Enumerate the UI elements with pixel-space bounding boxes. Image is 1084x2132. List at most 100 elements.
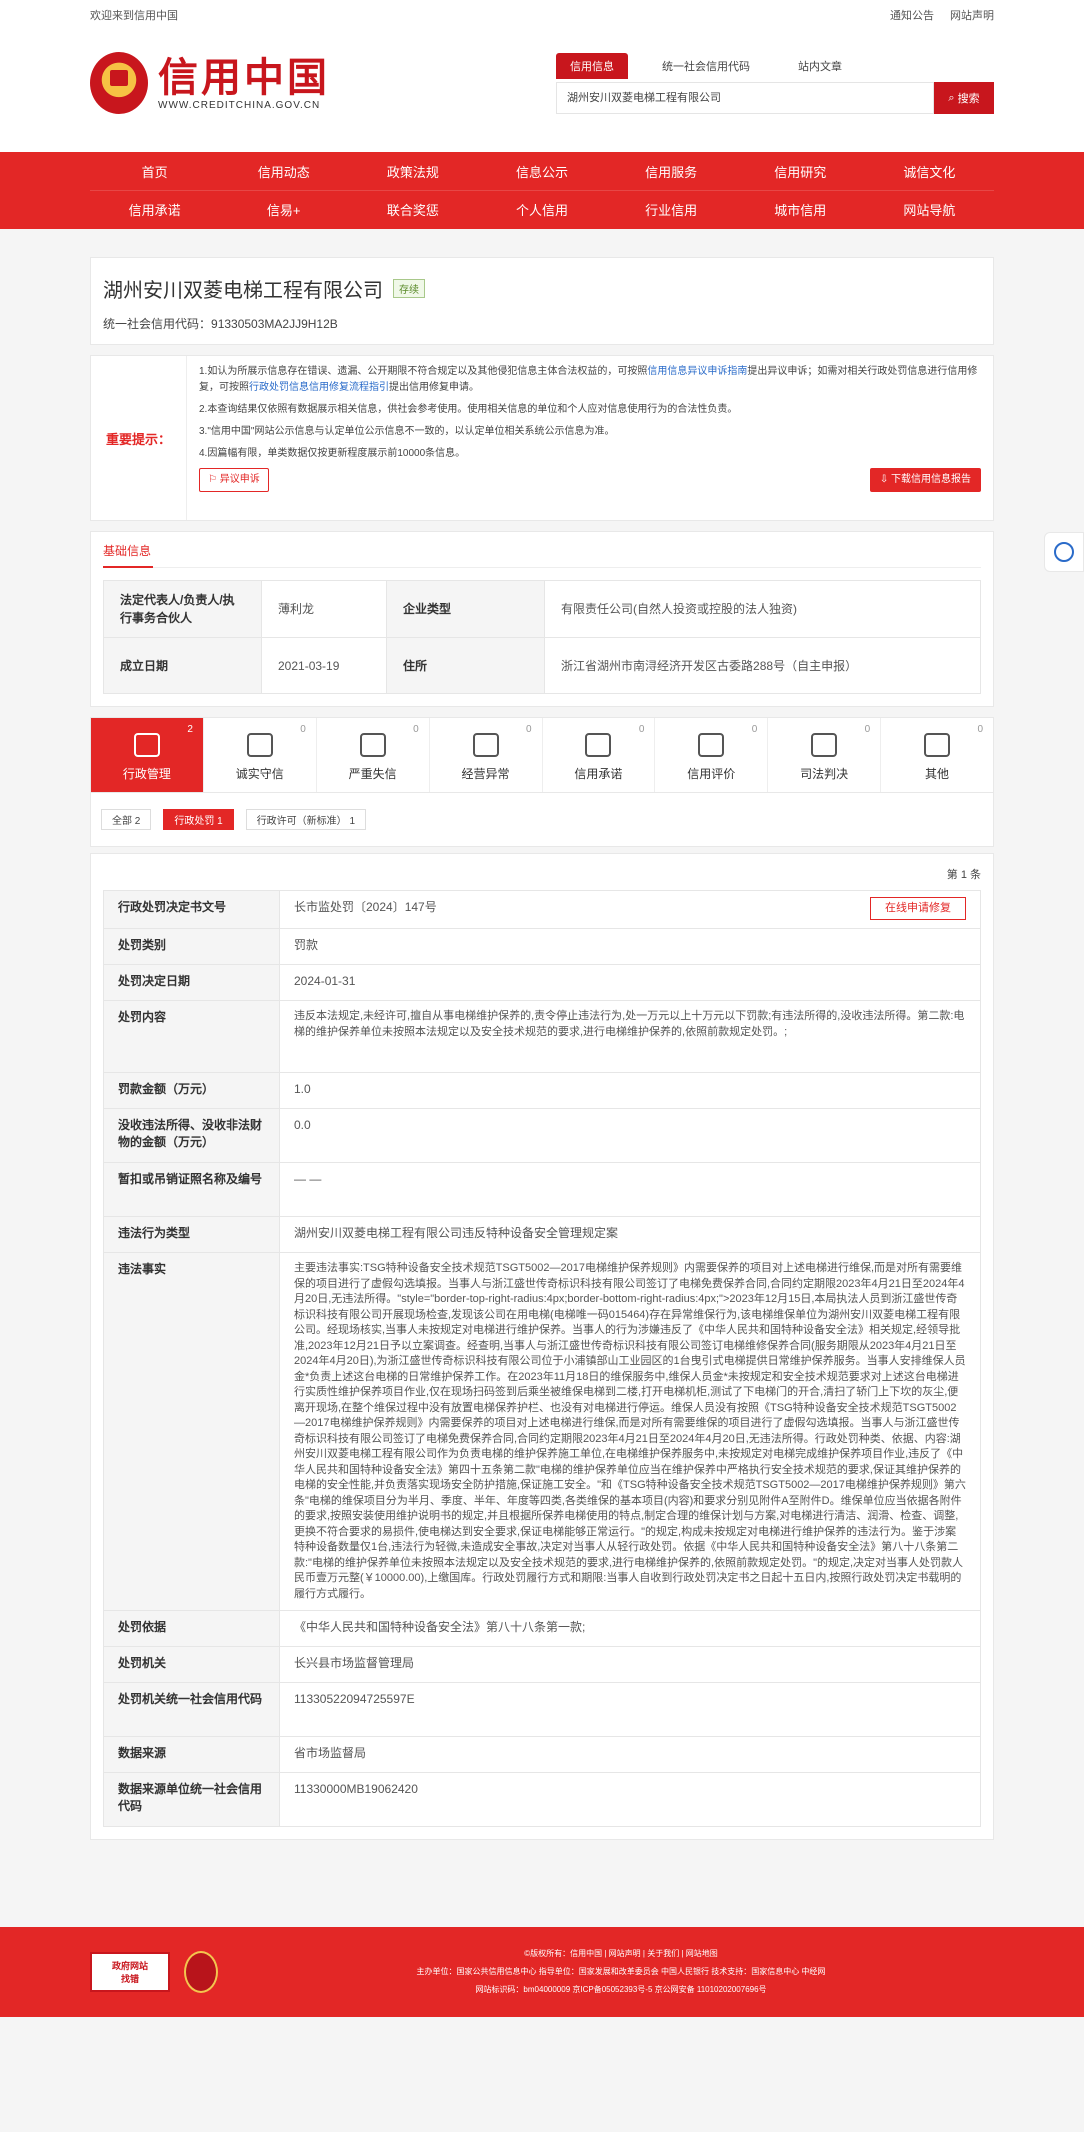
filter-admin-penalty[interactable]: 行政处罚 1 xyxy=(163,809,234,830)
table-row: 成立日期 2021-03-19 住所 浙江省湖州市南浔经济开发区古委路288号（… xyxy=(103,637,981,694)
footer-links[interactable]: ©版权所有：信用中国 | 网站声明 | 关于我们 | 网站地图 xyxy=(248,1945,994,1963)
table-row: 处罚内容 违反本法规定,未经许可,擅自从事电梯维护保养的,责令停止违法行为,处一万… xyxy=(103,1000,981,1073)
filter-admin-license[interactable]: 行政许可（新标准） 1 xyxy=(245,809,367,830)
site-logo[interactable]: 信用中国 WWW.CREDITCHINA.GOV.CN xyxy=(90,52,330,114)
field-label: 处罚依据 xyxy=(103,1610,280,1647)
site-title: 信用中国 xyxy=(158,55,330,100)
tab-judicial[interactable]: 0 司法判决 xyxy=(768,718,882,792)
table-row: 处罚机关统一社会信用代码 11330522094725597E xyxy=(103,1682,981,1737)
table-row: 处罚决定日期 2024-01-31 xyxy=(103,964,981,1001)
tab-credit-code[interactable]: 统一社会信用代码 xyxy=(648,53,764,79)
gov-site-error-badge[interactable]: 政府网站 找错 xyxy=(90,1952,170,1992)
service-icon xyxy=(1054,542,1074,562)
field-value: 《中华人民共和国特种设备安全法》第八十八条第一款; xyxy=(279,1610,981,1647)
link-notice[interactable]: 通知公告 xyxy=(890,10,934,22)
nav-integrity-culture[interactable]: 诚信文化 xyxy=(865,162,994,181)
search-input[interactable]: 湖州安川双菱电梯工程有限公司 xyxy=(556,82,934,114)
field-label: 没收违法所得、没收非法财物的金额（万元） xyxy=(103,1108,280,1163)
welcome-text: 欢迎来到信用中国 xyxy=(90,10,178,22)
field-label: 数据来源 xyxy=(103,1736,280,1773)
nav-credit-commitment[interactable]: 信用承诺 xyxy=(90,200,219,219)
filter-all[interactable]: 全部 2 xyxy=(101,809,152,830)
table-row: 罚款金额（万元） 1.0 xyxy=(103,1072,981,1109)
company-card: 湖州安川双菱电梯工程有限公司 存续 统一社会信用代码：91330503MA2JJ9… xyxy=(90,257,994,345)
tab-honest[interactable]: 0 诚实守信 xyxy=(204,718,317,792)
warning-icon xyxy=(359,733,386,757)
tab-label: 信用评价 xyxy=(687,767,736,781)
nav-credit-research[interactable]: 信用研究 xyxy=(736,162,865,181)
notice-item-2: 2.本查询结果仅依照有数据展示相关信息，供社会参考使用。使用相关信息的单位和个人… xyxy=(199,404,738,415)
field-label: 违法事实 xyxy=(103,1252,280,1611)
tab-count: 0 xyxy=(413,724,419,735)
tab-count: 0 xyxy=(977,724,983,735)
nav-site-guide[interactable]: 网站导航 xyxy=(865,200,994,219)
field-value: 2024-01-31 xyxy=(279,964,981,1001)
field-value: 2021-03-19 xyxy=(260,637,388,694)
field-value: 1.0 xyxy=(279,1072,981,1109)
nav-xinyi-plus[interactable]: 信易+ xyxy=(219,200,348,219)
nav-joint-rewards[interactable]: 联合奖惩 xyxy=(348,200,477,219)
floating-service-button[interactable] xyxy=(1044,532,1084,572)
objection-button[interactable]: ⚐ 异议申诉 xyxy=(199,468,269,492)
table-row: 数据来源单位统一社会信用代码 11330000MB19062420 xyxy=(103,1772,981,1827)
table-row: 处罚类别 罚款 xyxy=(103,928,981,965)
field-value: 罚款 xyxy=(279,928,981,965)
footer-organizers: 主办单位：国家公共信用信息中心 指导单位：国家发展和改革委员会 中国人民银行 技… xyxy=(416,1967,826,1976)
record-index: 第 1 条 xyxy=(946,869,981,881)
status-badge: 存续 xyxy=(393,279,425,298)
search-button[interactable]: ⌕ 搜索 xyxy=(934,82,994,114)
document-icon xyxy=(133,733,160,757)
nav-industry-credit[interactable]: 行业信用 xyxy=(607,200,736,219)
nav-credit-service[interactable]: 信用服务 xyxy=(607,162,736,181)
field-label: 企业类型 xyxy=(386,580,546,638)
field-label: 处罚内容 xyxy=(103,1000,280,1073)
table-row: 数据来源 省市场监督局 xyxy=(103,1736,981,1773)
tab-label: 司法判决 xyxy=(800,767,849,781)
tab-credit-info[interactable]: 信用信息 xyxy=(556,53,628,79)
table-row: 暂扣或吊销证照名称及编号 — — xyxy=(103,1162,981,1217)
field-value: 11330522094725597E xyxy=(279,1682,981,1737)
tab-count: 0 xyxy=(751,724,758,735)
field-label: 处罚类别 xyxy=(103,928,280,965)
field-value: 湖州安川双菱电梯工程有限公司违反特种设备安全管理规定案 xyxy=(279,1216,981,1253)
commitment-icon xyxy=(585,733,612,757)
nav-city-credit[interactable]: 城市信用 xyxy=(736,200,865,219)
objection-guide-link[interactable]: 信用信息异议申诉指南 xyxy=(647,366,747,377)
tab-serious-dishonest[interactable]: 0 严重失信 xyxy=(317,718,430,792)
field-label: 法定代表人/负责人/执行事务合伙人 xyxy=(103,580,262,638)
party-gov-badge-icon[interactable] xyxy=(184,1951,218,1993)
repair-guide-link[interactable]: 行政处罚信息信用修复流程指引 xyxy=(249,382,389,393)
field-value: 主要违法事实:TSG特种设备安全技术规范TSGT5002—2017电梯维护保养规… xyxy=(279,1252,981,1611)
notice-item-3: 3."信用中国"网站公示信息与认定单位公示信息不一致的，以认定单位相关系统公示信… xyxy=(199,426,615,437)
repair-apply-button[interactable]: 在线申请修复 xyxy=(870,897,966,920)
nav-disclosure[interactable]: 信息公示 xyxy=(477,162,606,181)
field-value: — — xyxy=(279,1162,981,1217)
field-value: 省市场监督局 xyxy=(279,1736,981,1773)
shield-icon xyxy=(246,733,273,757)
tab-credit-commitment[interactable]: 0 信用承诺 xyxy=(543,718,656,792)
credit-code-label: 统一社会信用代码： xyxy=(103,317,212,331)
search-button-label: 搜索 xyxy=(957,93,980,105)
nav-home[interactable]: 首页 xyxy=(90,162,219,181)
nav-credit-news[interactable]: 信用动态 xyxy=(219,162,348,181)
link-statement[interactable]: 网站声明 xyxy=(950,10,994,22)
nav-personal-credit[interactable]: 个人信用 xyxy=(477,200,606,219)
table-row: 处罚机关 长兴县市场监督管理局 xyxy=(103,1646,981,1683)
notice-label: 重要提示： xyxy=(91,356,187,520)
other-icon xyxy=(924,733,951,757)
company-name: 湖州安川双菱电梯工程有限公司 xyxy=(103,280,383,302)
tab-other[interactable]: 0 其他 xyxy=(881,718,993,792)
tab-count: 0 xyxy=(864,724,871,735)
tab-abnormal-operation[interactable]: 0 经营异常 xyxy=(430,718,543,792)
download-report-button[interactable]: ⇩ 下载信用信息报告 xyxy=(869,468,981,492)
tab-count: 0 xyxy=(525,724,532,735)
notice-item-4: 4.因篇幅有限，单类数据仅按更新程度展示前10000条信息。 xyxy=(199,448,466,459)
tab-admin-management[interactable]: 2 行政管理 xyxy=(91,718,204,792)
nav-policy[interactable]: 政策法规 xyxy=(348,162,477,181)
field-value: 违反本法规定,未经许可,擅自从事电梯维护保养的,责令停止违法行为,处一万元以上十… xyxy=(279,1000,981,1073)
field-value: 浙江省湖州市南浔经济开发区古委路288号（自主申报） xyxy=(544,637,981,694)
top-bar: 欢迎来到信用中国 通知公告 网站声明 xyxy=(0,0,1084,30)
penalty-detail: 第 1 条 行政处罚决定书文号 长市监处罚〔2024〕147号 在线申请修复 处罚类… xyxy=(90,853,994,1840)
tab-credit-rating[interactable]: 0 信用评价 xyxy=(655,718,769,792)
tab-site-articles[interactable]: 站内文章 xyxy=(784,53,856,79)
